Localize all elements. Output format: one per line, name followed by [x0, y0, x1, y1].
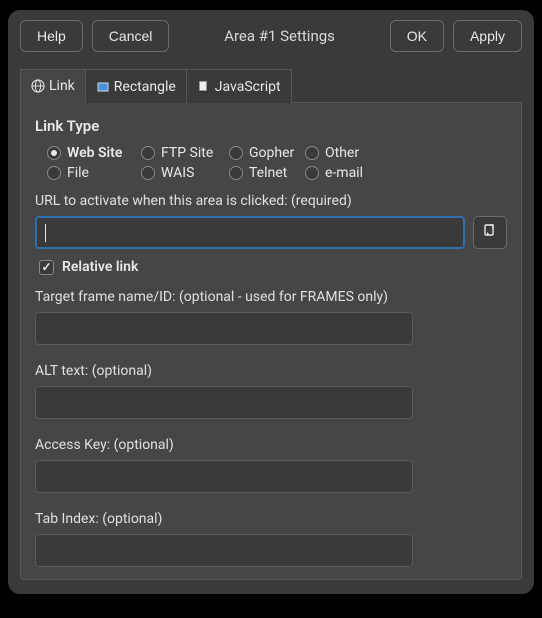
radio-indicator	[229, 146, 243, 160]
tab-link-label: Link	[49, 78, 75, 94]
url-label: URL to activate when this area is clicke…	[35, 193, 507, 209]
browse-file-button[interactable]	[473, 216, 507, 249]
dialog-window: Help Cancel Area #1 Settings OK Apply Li…	[8, 10, 534, 594]
checkbox-indicator	[39, 260, 54, 275]
cancel-button[interactable]: Cancel	[92, 20, 170, 52]
globe-icon	[31, 79, 45, 93]
radio-email-label: e-mail	[325, 165, 363, 181]
panel-link: Link Type Web Site FTP Site Gopher Other	[20, 102, 522, 580]
script-icon	[197, 80, 211, 94]
radio-file-label: File	[67, 165, 89, 181]
tab-rectangle-label: Rectangle	[114, 79, 176, 95]
url-input[interactable]	[35, 216, 465, 249]
relative-link-label: Relative link	[62, 259, 138, 275]
target-input[interactable]	[35, 312, 413, 345]
rectangle-icon	[96, 80, 110, 94]
tabindex-input[interactable]	[35, 534, 413, 567]
radio-indicator	[141, 166, 155, 180]
tab-bar: Link Rectangle JavaScript	[20, 68, 522, 102]
radio-indicator	[229, 166, 243, 180]
radio-website-label: Web Site	[67, 145, 122, 161]
link-type-radios: Web Site FTP Site Gopher Other	[47, 145, 507, 181]
link-type-heading: Link Type	[35, 117, 507, 135]
tab-link[interactable]: Link	[20, 69, 86, 103]
help-button[interactable]: Help	[20, 20, 83, 52]
radio-email[interactable]: e-mail	[305, 165, 363, 181]
target-label: Target frame name/ID: (optional - used f…	[35, 289, 507, 305]
radio-gopher[interactable]: Gopher	[229, 145, 305, 161]
radio-indicator	[141, 146, 155, 160]
accesskey-label: Access Key: (optional)	[35, 437, 507, 453]
radio-website[interactable]: Web Site	[47, 145, 141, 161]
open-file-icon	[481, 222, 499, 244]
radio-indicator	[305, 166, 319, 180]
radio-indicator	[305, 146, 319, 160]
ok-button[interactable]: OK	[390, 20, 444, 52]
radio-other[interactable]: Other	[305, 145, 359, 161]
radio-gopher-label: Gopher	[249, 145, 294, 161]
header-bar: Help Cancel Area #1 Settings OK Apply	[20, 20, 522, 52]
alt-label: ALT text: (optional)	[35, 363, 507, 379]
radio-telnet[interactable]: Telnet	[229, 165, 305, 181]
radio-telnet-label: Telnet	[249, 165, 287, 181]
tab-rectangle[interactable]: Rectangle	[86, 69, 187, 103]
text-caret	[45, 224, 46, 242]
radio-ftp[interactable]: FTP Site	[141, 145, 229, 161]
radio-indicator	[47, 146, 61, 160]
relative-link-checkbox[interactable]: Relative link	[39, 259, 138, 275]
radio-wais[interactable]: WAIS	[141, 165, 229, 181]
tab-javascript[interactable]: JavaScript	[187, 69, 292, 103]
radio-wais-label: WAIS	[161, 165, 194, 181]
tab-javascript-label: JavaScript	[215, 79, 281, 95]
apply-button[interactable]: Apply	[453, 20, 522, 52]
accesskey-input[interactable]	[35, 460, 413, 493]
radio-other-label: Other	[325, 145, 359, 161]
dialog-title: Area #1 Settings	[178, 27, 380, 45]
radio-file[interactable]: File	[47, 165, 141, 181]
radio-indicator	[47, 166, 61, 180]
tabindex-label: Tab Index: (optional)	[35, 511, 507, 527]
alt-input[interactable]	[35, 386, 413, 419]
radio-ftp-label: FTP Site	[161, 145, 213, 161]
